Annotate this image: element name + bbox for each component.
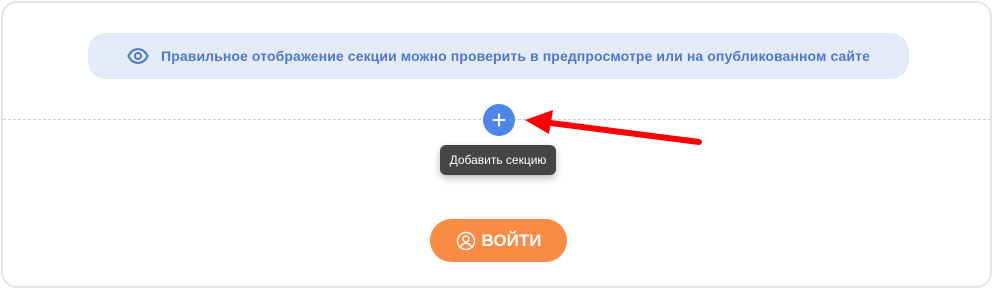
preview-notice-text: Правильное отображение секции можно пров… [161,48,870,64]
login-button-label: ВОЙТИ [481,230,542,250]
section-editor-frame: Правильное отображение секции можно пров… [1,1,992,288]
login-button[interactable]: ВОЙТИ [430,219,567,262]
user-icon [456,231,476,251]
red-arrow-icon [525,110,702,145]
eye-icon [127,45,149,67]
preview-notice-banner: Правильное отображение секции можно пров… [88,33,909,79]
